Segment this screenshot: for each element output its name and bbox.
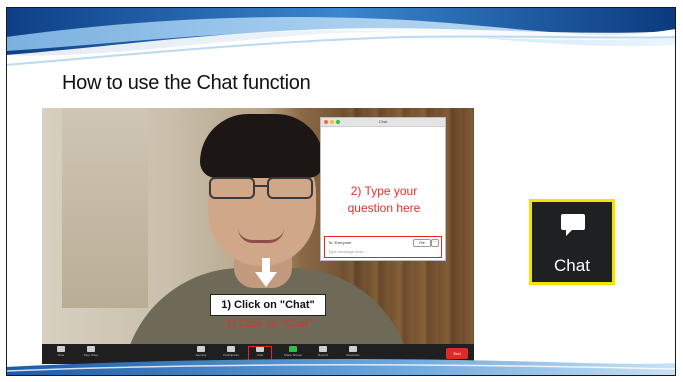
banner-wave: [6, 7, 676, 77]
background-door: [62, 108, 148, 308]
step2-line1: 2) Type your: [350, 184, 418, 198]
step1-callout-echo: 1) Click on "Chat": [225, 318, 313, 330]
microphone-icon: [57, 346, 65, 352]
chat-window-titlebar: Chat: [321, 118, 445, 127]
slide: How to use the Chat function 1) Click on…: [0, 0, 683, 382]
step2-line2: question here: [347, 201, 421, 215]
arrow-down-icon: [255, 258, 277, 287]
page-title: How to use the Chat function: [62, 72, 311, 94]
reactions-icon: [349, 346, 357, 352]
glasses-icon: [209, 177, 313, 199]
speech-bubble-icon: [561, 214, 585, 236]
step2-callout: 2) Type your question here: [321, 183, 447, 217]
message-input[interactable]: Type message here...: [328, 249, 366, 254]
file-button[interactable]: File: [413, 239, 431, 247]
more-options-button[interactable]: ···: [431, 239, 439, 247]
recipient-select[interactable]: To: Everyone: [328, 240, 351, 245]
camera-icon: [87, 346, 95, 352]
bottom-wave: [6, 359, 676, 376]
chat-button-enlarged: Chat: [529, 199, 615, 285]
shield-icon: [197, 346, 205, 352]
chat-window: Chat 2) Type your question here To: Ever…: [320, 117, 446, 261]
chat-input-box[interactable]: To: Everyone File ··· Type message here.…: [324, 236, 442, 258]
chat-badge-label: Chat: [554, 256, 590, 275]
step1-callout: 1) Click on "Chat": [210, 294, 326, 316]
record-icon: [319, 346, 327, 352]
share-screen-icon: [289, 346, 297, 352]
participants-icon: [227, 346, 235, 352]
chat-window-title: Chat: [378, 119, 388, 124]
person-hair: [200, 114, 324, 178]
